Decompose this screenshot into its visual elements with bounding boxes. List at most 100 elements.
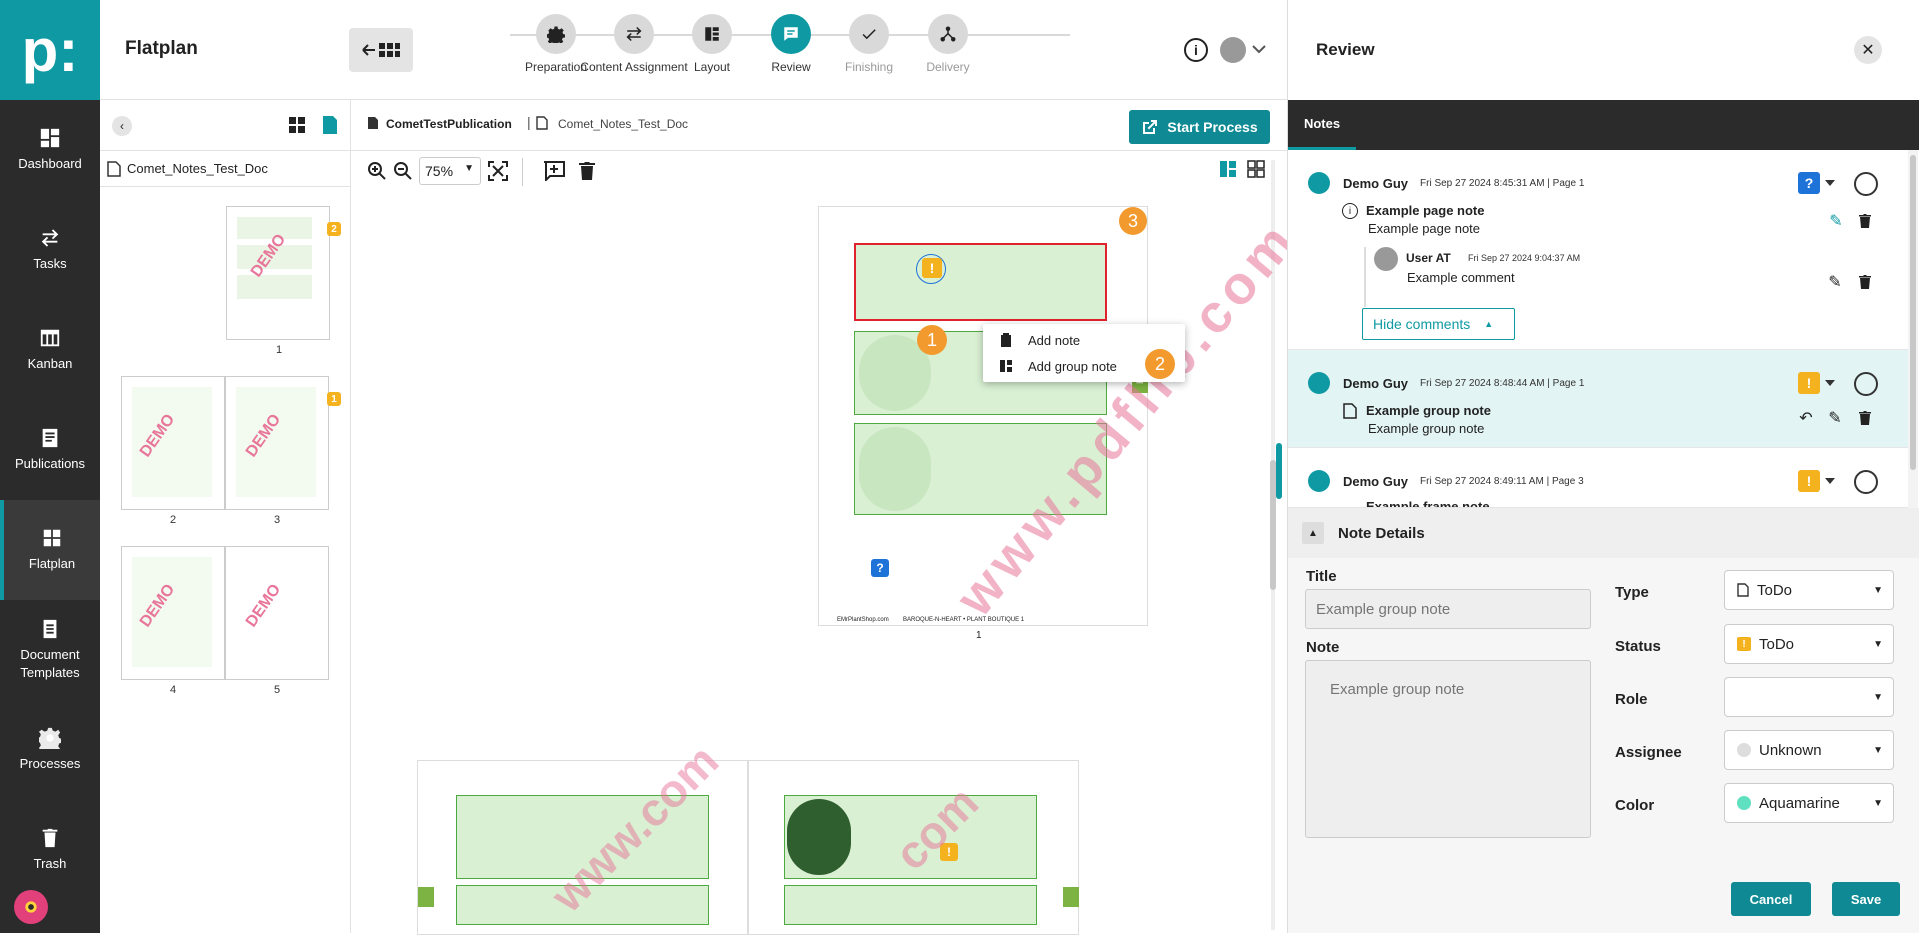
assign-user-icon[interactable] bbox=[1854, 470, 1878, 494]
group-icon bbox=[1000, 360, 1012, 372]
note-card[interactable]: Demo Guy Fri Sep 27 2024 8:45:31 AM | Pa… bbox=[1288, 150, 1908, 350]
avatar bbox=[1308, 470, 1330, 492]
role-label: Role bbox=[1615, 691, 1648, 708]
avatar bbox=[1374, 247, 1398, 271]
sidebar-item-processes[interactable]: Processes bbox=[0, 700, 100, 800]
note-type-badge[interactable]: ! bbox=[1798, 372, 1820, 394]
note-meta: Fri Sep 27 2024 8:49:11 AM | Page 3 bbox=[1420, 476, 1584, 487]
page-thumbnail-2[interactable]: DEMO bbox=[121, 376, 225, 510]
chevron-down-icon[interactable] bbox=[1825, 478, 1835, 484]
notes-scrollbar[interactable] bbox=[1910, 155, 1916, 470]
note-text: Example group note bbox=[1368, 421, 1485, 436]
panel-resize-handle[interactable] bbox=[1276, 443, 1282, 499]
chevron-down-icon[interactable] bbox=[1252, 44, 1266, 54]
swap-icon bbox=[626, 26, 642, 42]
tab-notes[interactable]: Notes bbox=[1288, 100, 1356, 150]
note-details-header[interactable]: ▲ Note Details bbox=[1288, 508, 1919, 558]
user-avatar[interactable] bbox=[1220, 37, 1246, 63]
note-card[interactable]: Demo Guy Fri Sep 27 2024 8:49:11 AM | Pa… bbox=[1288, 448, 1908, 508]
note-type-badge[interactable]: ! bbox=[1798, 470, 1820, 492]
document-view-icon[interactable] bbox=[322, 115, 338, 135]
sidebar-item-trash[interactable]: Trash bbox=[0, 800, 100, 900]
page-thumbnail-1[interactable]: DEMO bbox=[226, 206, 330, 340]
type-label: Type bbox=[1615, 584, 1649, 601]
sidebar-item-dashboard[interactable]: Dashboard bbox=[0, 100, 100, 200]
delete-icon[interactable] bbox=[579, 161, 595, 181]
page-thumbnail-3[interactable]: DEMO bbox=[225, 376, 329, 510]
edit-icon[interactable]: ✎ bbox=[1824, 271, 1846, 293]
page-thumbnail-5[interactable]: DEMO bbox=[225, 546, 329, 680]
sidebar-item-label: Dashboard bbox=[18, 156, 82, 171]
single-view-icon[interactable] bbox=[1219, 160, 1237, 178]
collapse-panel-button[interactable]: ‹ bbox=[112, 116, 132, 136]
fit-screen-icon[interactable] bbox=[488, 161, 508, 181]
page-preview-3[interactable]: ! com bbox=[748, 760, 1079, 935]
sidebar-item-publications[interactable]: Publications bbox=[0, 400, 100, 500]
page-preview-1[interactable]: ! Beginn ? www.pdflib.com EMrPlantShop.c… bbox=[818, 206, 1309, 627]
note-meta: Fri Sep 27 2024 8:48:44 AM | Page 1 bbox=[1420, 378, 1585, 389]
collapse-icon[interactable]: ▲ bbox=[1302, 522, 1324, 544]
sidebar-item-tasks[interactable]: Tasks bbox=[0, 200, 100, 300]
step-delivery[interactable]: Delivery bbox=[893, 14, 1003, 74]
reply-icon[interactable]: ↶ bbox=[1795, 407, 1817, 429]
flower-logo-icon[interactable] bbox=[14, 890, 48, 924]
info-icon: i bbox=[1342, 203, 1358, 219]
note-card-selected[interactable]: Demo Guy Fri Sep 27 2024 8:48:44 AM | Pa… bbox=[1288, 350, 1908, 448]
chevron-down-icon[interactable] bbox=[1825, 380, 1835, 386]
delete-icon[interactable] bbox=[1854, 210, 1876, 232]
page-thumbnail-4[interactable]: DEMO bbox=[121, 546, 225, 680]
save-button[interactable]: Save bbox=[1832, 882, 1900, 916]
sidebar-item-kanban[interactable]: Kanban bbox=[0, 300, 100, 400]
chevron-down-icon[interactable] bbox=[1825, 180, 1835, 186]
info-icon[interactable]: i bbox=[1184, 38, 1208, 62]
grid-view-icon[interactable] bbox=[1247, 160, 1265, 178]
warning-icon: ! bbox=[1737, 637, 1751, 651]
delete-icon[interactable] bbox=[1854, 407, 1876, 429]
sidebar-item-document-templates[interactable]: Document Templates bbox=[0, 600, 100, 700]
status-select[interactable]: ! ToDo ▼ bbox=[1724, 624, 1894, 664]
product-frame[interactable] bbox=[784, 885, 1037, 925]
add-note-icon[interactable] bbox=[543, 161, 565, 181]
note-meta: Fri Sep 27 2024 8:45:31 AM | Page 1 bbox=[1420, 178, 1585, 189]
edit-icon[interactable]: ✎ bbox=[1825, 210, 1847, 232]
cancel-button[interactable]: Cancel bbox=[1731, 882, 1811, 916]
zoom-in-icon[interactable] bbox=[367, 161, 387, 181]
delete-icon[interactable] bbox=[1854, 271, 1876, 293]
sidebar-item-label: Flatplan bbox=[28, 556, 76, 571]
type-select[interactable]: ToDo ▼ bbox=[1724, 570, 1894, 610]
clipboard-icon bbox=[1001, 333, 1011, 347]
title-input[interactable] bbox=[1305, 589, 1591, 629]
hide-comments-button[interactable]: Hide comments ▲ bbox=[1362, 308, 1515, 340]
breadcrumb-document[interactable]: Comet_Notes_Test_Doc bbox=[558, 117, 688, 131]
zoom-out-icon[interactable] bbox=[393, 161, 413, 181]
zoom-select[interactable]: 75% ▼ bbox=[419, 157, 481, 185]
status-value: ToDo bbox=[1759, 635, 1795, 653]
back-to-grid-button[interactable] bbox=[349, 28, 413, 72]
grid-view-icon[interactable] bbox=[288, 116, 306, 134]
assign-user-icon[interactable] bbox=[1854, 172, 1878, 196]
breadcrumb-publication[interactable]: CometTestPublication bbox=[386, 117, 512, 131]
assign-user-icon[interactable] bbox=[1854, 372, 1878, 396]
edit-icon[interactable]: ✎ bbox=[1824, 407, 1846, 429]
start-process-button[interactable]: Start Process bbox=[1129, 110, 1270, 144]
warning-note-marker[interactable]: ! bbox=[922, 258, 942, 278]
note-title: Example frame note bbox=[1366, 499, 1490, 508]
document-icon bbox=[107, 161, 121, 177]
title-label: Title bbox=[1306, 568, 1337, 585]
close-icon[interactable]: ✕ bbox=[1854, 36, 1882, 64]
note-textarea[interactable] bbox=[1305, 660, 1591, 838]
step-label: Delivery bbox=[926, 60, 970, 74]
question-note-marker[interactable]: ? bbox=[871, 559, 889, 577]
share-icon bbox=[940, 26, 956, 42]
color-select[interactable]: Aquamarine ▼ bbox=[1724, 783, 1894, 823]
note-details-form: Title Note Type ToDo▼ Status !ToDo▼ Role… bbox=[1288, 558, 1919, 933]
menu-item-add-note[interactable]: Add note bbox=[983, 328, 1185, 352]
role-select[interactable]: ▼ bbox=[1724, 677, 1894, 717]
gear-icon bbox=[547, 26, 565, 43]
page-preview-2[interactable]: www.com bbox=[417, 734, 748, 935]
selected-frame[interactable] bbox=[854, 243, 1107, 321]
note-type-badge[interactable]: ? bbox=[1798, 172, 1820, 194]
sidebar-item-flatplan[interactable]: Flatplan bbox=[0, 500, 100, 600]
assignee-select[interactable]: Unknown ▼ bbox=[1724, 730, 1894, 770]
app-logo[interactable]: p: bbox=[0, 0, 100, 100]
